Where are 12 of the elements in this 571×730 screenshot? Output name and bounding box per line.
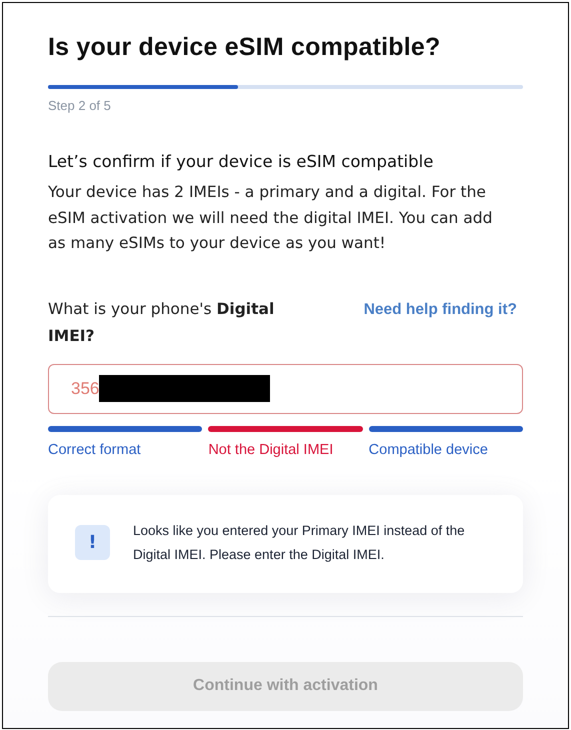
check-label: Not the Digital IMEI — [208, 442, 334, 458]
help-link[interactable]: Need help finding it? — [364, 296, 517, 322]
check-label: Compatible device — [368, 442, 489, 458]
subheading: Let’s confirm if your device is eSIM compatible — [48, 152, 434, 171]
page-title: Is your device eSIM compatible? — [48, 33, 442, 62]
alert-message: Looks like you entered your Primary IMEI instead of the Digital IMEI. Please enter the Digital IMEI. — [133, 522, 466, 564]
imei-field[interactable]: 356 — [48, 364, 523, 414]
question-label: What is your phone's Digital IMEI? — [48, 298, 276, 346]
check-label: Correct format — [48, 442, 142, 458]
alert-icon: ! — [75, 525, 110, 560]
description: Your device has 2 IMEIs - a primary and a digital. For the eSIM activation we will need the digital IMEI. You can add as many eSIMs to your device as you want! — [48, 182, 494, 254]
step-label: Step 2 of 5 — [48, 98, 112, 113]
